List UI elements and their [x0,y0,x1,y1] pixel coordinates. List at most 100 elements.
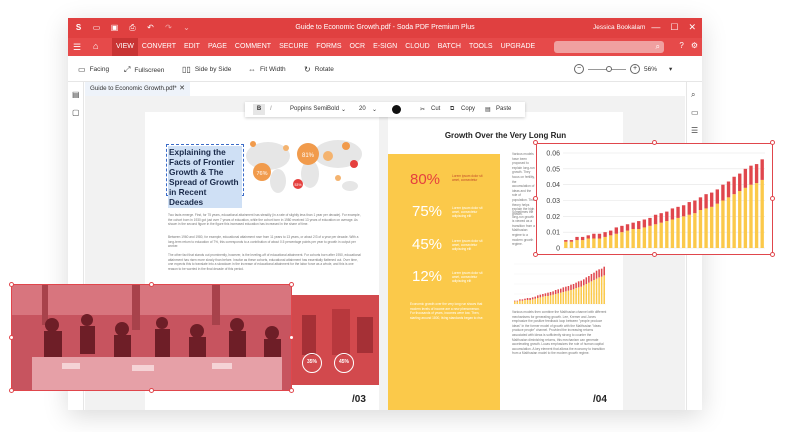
selected-chart[interactable]: 0 0.01 0.02 0.03 0.04 0.05 0.06 [536,143,773,255]
menu-item-comment[interactable]: COMMENT [231,38,275,56]
resize-handle[interactable] [289,335,294,340]
cut-icon[interactable]: ✂ [420,106,425,113]
bar-segment-top [539,294,542,298]
zoom-value[interactable]: 56% [644,66,657,73]
rotate-button[interactable]: ↻ Rotate [304,65,334,74]
resize-handle[interactable] [652,252,657,257]
stat-value: 75% [412,203,443,220]
menu-bar: ☰ ⌂ VIEW CONVERT EDIT PAGE COMMENT SECURE FORM… [68,38,702,56]
minimize-icon[interactable]: — [651,22,660,33]
color-picker[interactable] [392,105,401,114]
resize-handle[interactable] [149,282,154,287]
facing-button[interactable]: ▭ Facing [78,65,109,74]
resize-handle[interactable] [149,388,154,393]
size-dropdown-icon[interactable]: ⌄ [372,106,377,113]
font-select[interactable]: Poppins SemiBold [290,106,339,112]
menu-item-page[interactable]: PAGE [204,38,231,56]
resize-handle[interactable] [770,140,775,145]
menu-item-batch[interactable]: BATCH [434,38,465,56]
bold-button[interactable]: B [253,104,265,115]
bar-segment-base [586,238,590,248]
y-tick-label: 0.04 [546,182,560,189]
menu-item-ocr[interactable]: OCR [346,38,370,56]
bar-segment-top [631,222,635,229]
resize-handle[interactable] [9,282,14,287]
menu-item-forms[interactable]: FORMS [312,38,345,56]
bar-segment-top [547,292,549,296]
resize-handle[interactable] [533,140,538,145]
bar-segment-top [575,282,577,288]
bar-segment-top [598,269,600,278]
paste-icon[interactable]: ▤ [485,106,491,113]
search-input[interactable]: ⌕ [554,41,664,53]
panel-toggle-icon[interactable]: ▤ [72,90,80,99]
resize-handle[interactable] [770,252,775,257]
copy-button[interactable]: Copy [461,106,475,112]
comment-panel-icon[interactable]: ▭ [691,108,699,117]
menu-item-view[interactable]: VIEW [112,38,138,56]
bar-segment-top [726,181,731,198]
properties-panel-icon[interactable]: ☰ [691,126,698,135]
side-text-2: Sometimes the long-run growth is viewed … [512,210,535,247]
paste-button[interactable]: Paste [496,106,511,112]
menu-item-upgrade[interactable]: UPGRADE [497,38,540,56]
maximize-icon[interactable]: ☐ [670,22,678,33]
zoom-slider-knob[interactable] [606,65,613,72]
page-headline[interactable]: Explaining the Facts of Frontier Growth … [168,146,242,208]
zoom-slider[interactable] [588,65,626,72]
menu-item-esign[interactable]: E-SIGN [369,38,401,56]
bar-segment-base [659,222,663,248]
bar-segment-base [743,187,748,248]
italic-button[interactable]: I [270,106,272,112]
document-tab[interactable]: Guide to Economic Growth.pdf* ✕ [85,82,190,96]
side-by-side-button[interactable]: ▯▯ Side by Side [182,65,231,74]
resize-handle[interactable] [9,335,14,340]
home-icon[interactable]: ⌂ [93,41,98,51]
zoom-in-button[interactable]: + [630,64,640,74]
bar-segment-base [620,232,624,248]
help-icon[interactable]: ? [679,41,683,50]
settings-icon[interactable]: ⚙ [691,41,698,50]
bar-segment-top [575,236,579,241]
fullscreen-button[interactable]: ⤢ Fullscreen [124,65,164,75]
bar-segment-top [537,295,539,298]
tab-close-icon[interactable]: ✕ [179,82,185,96]
resize-handle[interactable] [533,252,538,257]
bar-segment-top [531,297,534,300]
menu-item-tools[interactable]: TOOLS [465,38,497,56]
font-size-select[interactable]: 20 [359,106,366,112]
bar-segment-base [738,191,742,248]
resize-handle[interactable] [770,196,775,201]
user-name[interactable]: Jessica Bookalam [593,24,645,31]
selected-image[interactable] [11,284,292,391]
bar-segment-top [676,206,680,218]
resize-handle[interactable] [533,196,538,201]
copy-icon[interactable]: ⧉ [450,106,454,113]
bar-segment-base [577,287,580,304]
world-map: 81% 76% 53% [246,140,362,193]
close-icon[interactable]: ✕ [688,22,696,33]
menu-item-secure[interactable]: SECURE [275,38,312,56]
font-dropdown-icon[interactable]: ⌄ [341,106,346,113]
search-panel-icon[interactable]: ⌕ [691,90,695,100]
bar-segment-top [648,217,652,226]
resize-handle[interactable] [289,282,294,287]
cut-button[interactable]: Cut [431,106,440,112]
bar-segment-base [588,282,590,304]
hamburger-icon[interactable]: ☰ [73,42,81,53]
bar-segment-top [593,272,595,280]
menu-item-edit[interactable]: EDIT [180,38,204,56]
bar-segment-top [557,289,559,294]
resize-handle[interactable] [9,388,14,393]
resize-handle[interactable] [652,140,657,145]
menu-item-cloud[interactable]: CLOUD [401,38,434,56]
menu-item-convert[interactable]: CONVERT [138,38,180,56]
bookmark-icon[interactable]: ▢ [72,108,80,117]
zoom-dropdown-icon[interactable]: ▾ [669,65,672,73]
resize-handle[interactable] [289,388,294,393]
fit-width-button[interactable]: ⇔ Fit Width [248,65,286,74]
bar-segment-base [625,230,630,248]
page-title: Growth Over the Very Long Run [444,131,567,140]
zoom-out-button[interactable]: − [574,64,584,74]
bar-segment-base [592,238,596,248]
